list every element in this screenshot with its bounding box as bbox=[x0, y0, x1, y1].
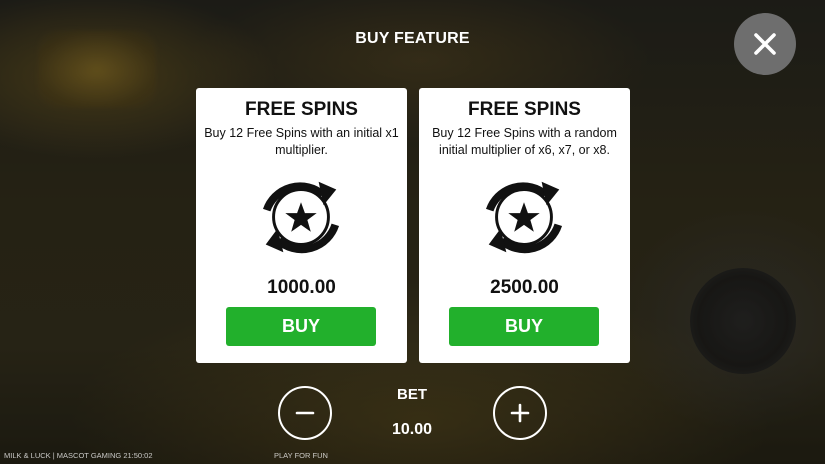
bet-decrease-button[interactable] bbox=[278, 386, 332, 440]
minus-icon bbox=[295, 411, 315, 415]
plus-icon bbox=[510, 403, 530, 423]
buy-button[interactable]: BUY bbox=[449, 307, 599, 346]
play-mode-label: PLAY FOR FUN bbox=[274, 451, 328, 460]
buy-button[interactable]: BUY bbox=[226, 307, 376, 346]
close-button[interactable] bbox=[734, 13, 796, 75]
dialog-title: BUY FEATURE bbox=[355, 30, 470, 47]
card-title: FREE SPINS bbox=[468, 99, 581, 120]
card-price: 1000.00 bbox=[267, 277, 336, 298]
free-spins-star-cycle-icon bbox=[485, 181, 563, 254]
feature-card-free-spins-1: FREE SPINS Buy 12 Free Spins with an ini… bbox=[196, 88, 407, 363]
close-icon bbox=[754, 33, 776, 55]
card-description: Buy 12 Free Spins with a random initial … bbox=[432, 126, 617, 157]
bet-label: BET bbox=[397, 386, 427, 403]
bet-increase-button[interactable] bbox=[493, 386, 547, 440]
card-price: 2500.00 bbox=[490, 277, 559, 298]
bet-value: 10.00 bbox=[391, 421, 433, 438]
feature-card-free-spins-2: FREE SPINS Buy 12 Free Spins with a rand… bbox=[419, 88, 630, 363]
game-info-footer: MILK & LUCK | MASCOT GAMING 21:50:02 bbox=[4, 451, 153, 460]
card-description: Buy 12 Free Spins with an initial x1 mul… bbox=[204, 126, 399, 157]
card-title: FREE SPINS bbox=[245, 99, 358, 120]
free-spins-star-cycle-icon bbox=[262, 181, 340, 254]
